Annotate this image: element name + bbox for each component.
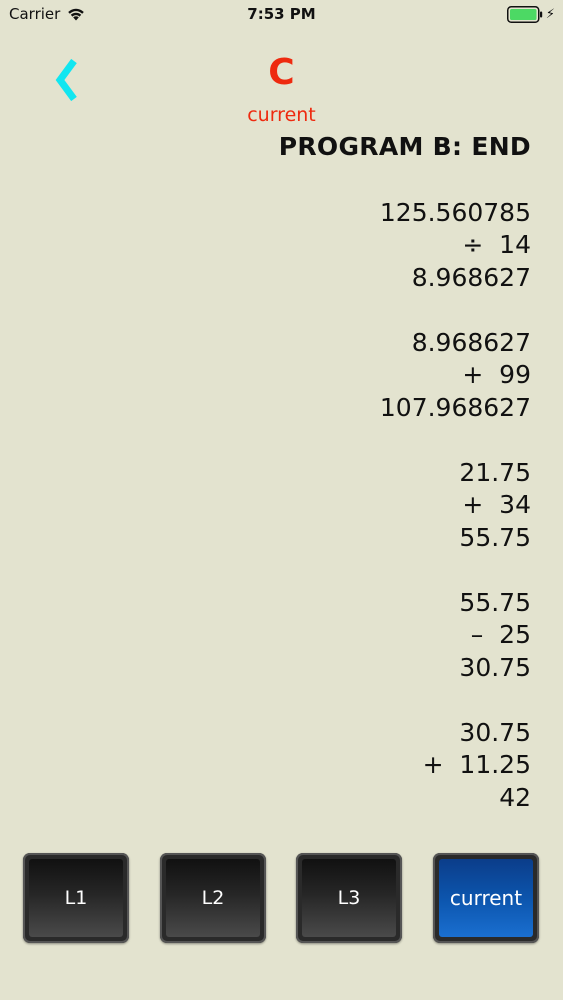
charging-bolt-icon: ⚡	[545, 7, 555, 22]
log-operand: 21.75	[459, 457, 531, 487]
log-operand: 55.75	[459, 587, 531, 617]
register-letter: C	[268, 52, 295, 93]
log-result: 30.75	[459, 652, 531, 682]
log-group: 21.75 + 34 55.75	[51, 457, 531, 555]
button-label: L2	[166, 859, 260, 937]
button-label: L3	[302, 859, 396, 937]
log-operand: 30.75	[459, 717, 531, 747]
status-time: 7:53 PM	[247, 5, 316, 23]
log-operation: + 99	[462, 360, 531, 389]
register-button-l3[interactable]: L3	[296, 853, 402, 943]
log-group: 55.75 – 25 30.75	[51, 587, 531, 685]
register-button-current[interactable]: current	[433, 853, 539, 943]
register-button-bar: L1 L2 L3 current	[0, 853, 563, 945]
log-title: PROGRAM B: END	[278, 132, 531, 161]
log-group: 30.75 + 11.25 42	[51, 717, 531, 815]
log-operand: 125.560785	[379, 197, 531, 227]
battery-group: ⚡	[506, 6, 555, 23]
log-operation: – 25	[470, 620, 531, 649]
log-result: 107.968627	[379, 392, 531, 422]
battery-icon	[506, 6, 543, 23]
log-operation: ÷ 14	[462, 230, 531, 259]
log-group: 8.968627 + 99 107.968627	[51, 327, 531, 425]
register-subtitle: current	[247, 104, 316, 126]
log-operand: 8.968627	[411, 327, 531, 357]
log-operation: + 34	[462, 490, 531, 519]
button-label: current	[439, 859, 533, 937]
log-result: 8.968627	[411, 262, 531, 292]
calculation-log: PROGRAM B: END 125.560785 ÷ 14 8.968627 …	[51, 130, 531, 814]
register-button-l1[interactable]: L1	[23, 853, 129, 943]
log-result: 55.75	[459, 522, 531, 552]
status-bar: Carrier 7:53 PM ⚡	[0, 0, 563, 30]
button-label: L1	[29, 859, 123, 937]
register-button-l2[interactable]: L2	[160, 853, 266, 943]
log-operation: + 11.25	[422, 750, 531, 779]
log-result: 42	[499, 782, 531, 812]
log-group: 125.560785 ÷ 14 8.968627	[51, 197, 531, 295]
